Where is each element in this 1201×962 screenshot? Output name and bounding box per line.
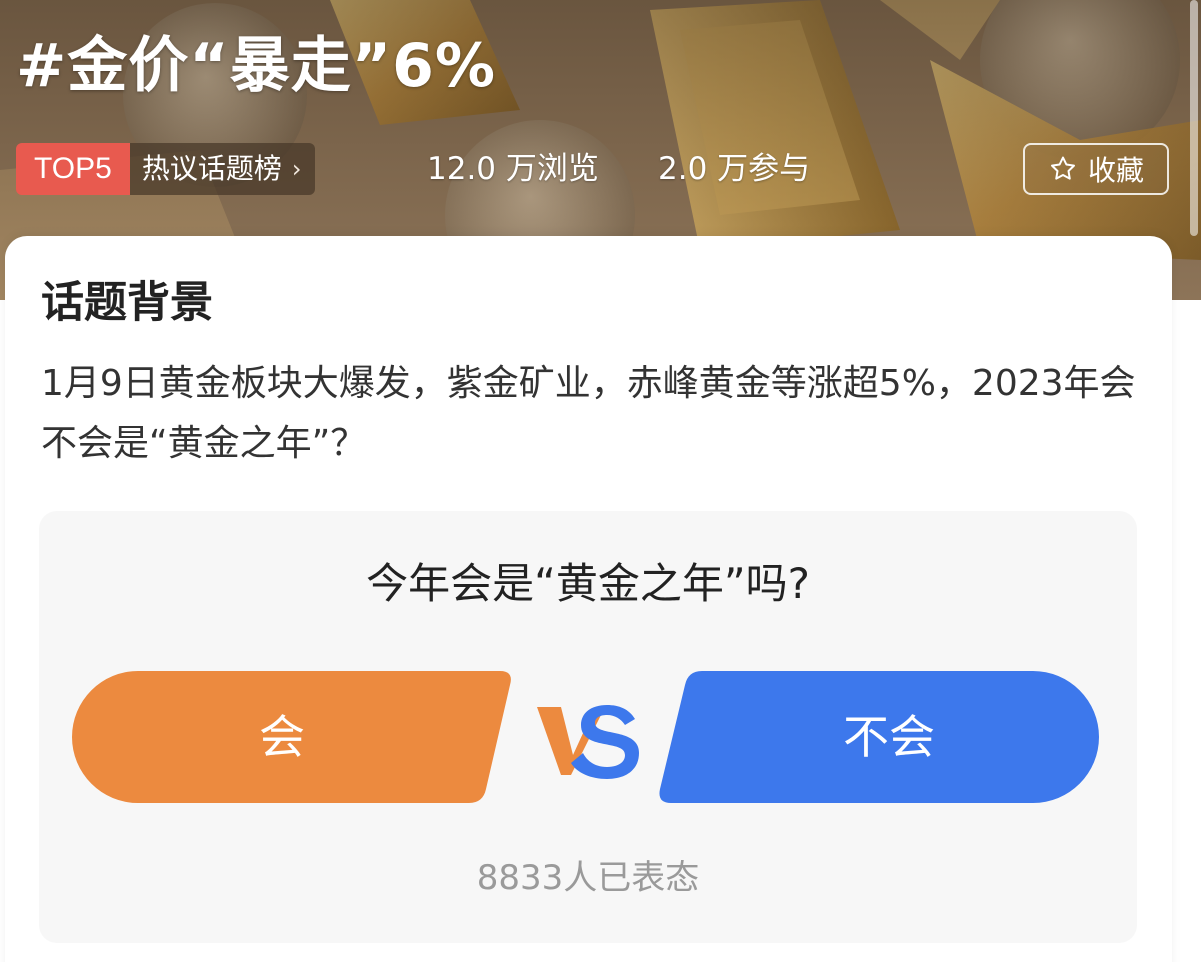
vote-yes-label: 会	[259, 710, 305, 764]
vote-yes-button[interactable]: 会	[72, 671, 514, 803]
background-text: 1月9日黄金板块大爆发，紫金矿业，赤峰黄金等涨超5%，2023年会不会是“黄金之…	[41, 363, 1136, 464]
vote-no-label: 不会	[843, 710, 935, 764]
rank-list-label: 热议话题榜	[141, 152, 282, 185]
star-outline-icon	[1050, 156, 1075, 180]
topic-title: #金价“暴走”6%	[16, 31, 497, 101]
background-heading: 话题背景	[41, 278, 213, 328]
vote-count: 8833人已表态	[476, 858, 700, 898]
poll-card: 今年会是“黄金之年”吗? 会 不会 8833人已表态	[39, 511, 1137, 943]
favorite-button[interactable]: 收藏	[1023, 143, 1169, 195]
scrollbar[interactable]	[1190, 0, 1198, 236]
vote-no-button[interactable]: 不会	[657, 671, 1099, 803]
rank-list-link[interactable]: 热议话题榜 ›	[129, 143, 316, 195]
topic-content-card: 话题背景 1月9日黄金板块大爆发，紫金矿业，赤峰黄金等涨超5%，2023年会不会…	[5, 236, 1172, 962]
vs-icon	[537, 705, 639, 779]
participant-count: 2.0 万参与	[658, 151, 811, 187]
view-count: 12.0 万浏览	[427, 151, 599, 187]
topic-page: #金价“暴走”6% TOP5 热议话题榜 › 12.0 万浏览 2.0 万参与 …	[0, 0, 1201, 962]
poll-question: 今年会是“黄金之年”吗?	[366, 559, 810, 608]
rank-badge: TOP5	[16, 143, 130, 195]
favorite-label: 收藏	[1087, 154, 1144, 187]
chevron-right-icon: ›	[291, 155, 302, 183]
hot-topic-rank-pill[interactable]: TOP5 热议话题榜 ›	[16, 143, 316, 195]
